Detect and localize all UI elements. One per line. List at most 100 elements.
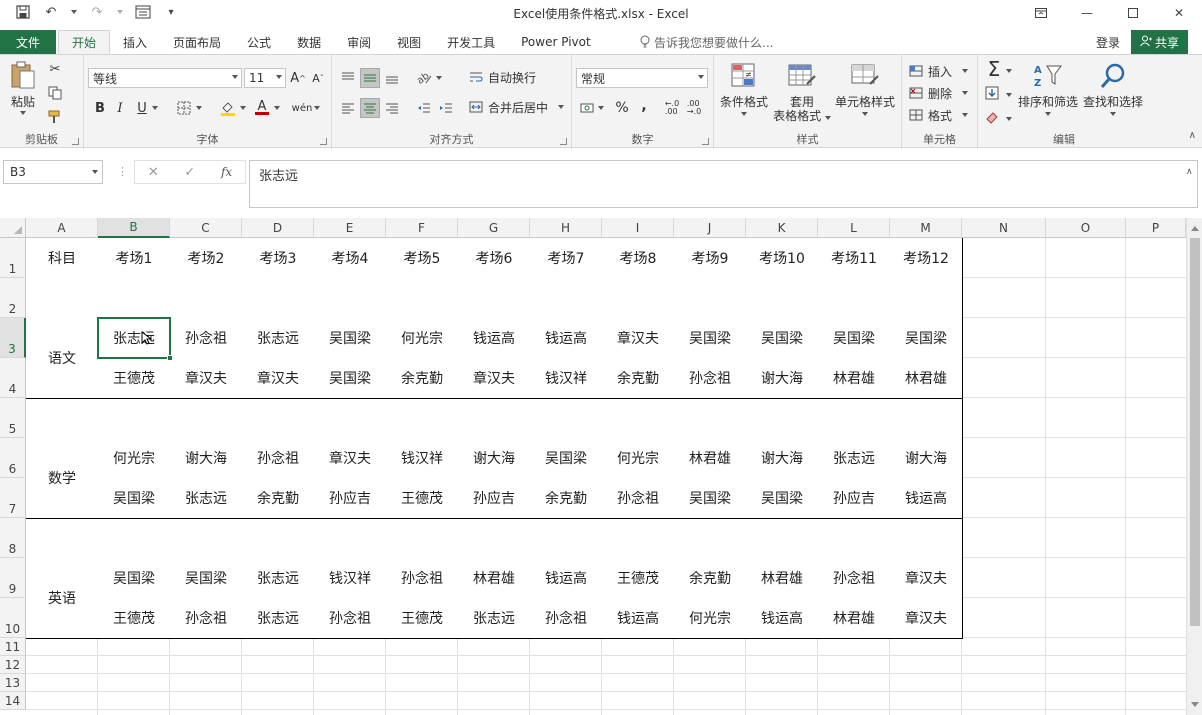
table-cell[interactable]: 孙念祖	[602, 478, 675, 519]
number-format-combo[interactable]: 常规	[576, 68, 708, 88]
tab-review[interactable]: 审阅	[334, 30, 384, 54]
subject-cell[interactable]: 语文	[26, 318, 99, 399]
orientation-icon[interactable]: ab	[414, 68, 434, 88]
increase-indent-icon[interactable]	[436, 98, 456, 118]
empty-cell[interactable]	[674, 518, 747, 559]
empty-cell[interactable]	[170, 398, 243, 439]
header-cell[interactable]: 考场12	[890, 238, 963, 279]
empty-cell[interactable]	[386, 398, 459, 439]
cell-styles-button[interactable]: 单元格样式	[832, 61, 898, 116]
undo-dropdown-icon[interactable]	[70, 3, 78, 21]
row-header-12[interactable]: 12	[0, 656, 26, 674]
empty-cell[interactable]	[890, 518, 963, 559]
row-header-7[interactable]: 7	[0, 478, 26, 518]
row-header-1[interactable]: 1	[0, 238, 26, 278]
empty-cell[interactable]	[746, 278, 819, 319]
table-cell[interactable]: 林君雄	[818, 358, 891, 399]
table-cell[interactable]: 林君雄	[818, 598, 891, 639]
sign-in-link[interactable]: 登录	[1096, 34, 1120, 51]
empty-cell[interactable]	[458, 518, 531, 559]
tab-developer[interactable]: 开发工具	[434, 30, 508, 54]
phonetic-dropdown-icon[interactable]	[312, 98, 322, 118]
table-cell[interactable]: 王德茂	[98, 598, 171, 639]
table-cell[interactable]: 余克勤	[386, 358, 459, 399]
tab-view[interactable]: 视图	[384, 30, 434, 54]
fill-dropdown-icon[interactable]	[1004, 85, 1014, 105]
table-cell[interactable]: 孙念祖	[314, 598, 387, 639]
column-header-a[interactable]: A	[26, 218, 98, 238]
accounting-dropdown-icon[interactable]	[596, 98, 606, 118]
empty-cell[interactable]	[674, 278, 747, 319]
table-cell[interactable]: 钱运高	[530, 318, 603, 359]
decrease-decimal-icon[interactable]: .00 →.0	[684, 98, 704, 118]
table-cell[interactable]: 谢大海	[458, 438, 531, 479]
font-color-icon[interactable]: A	[252, 98, 272, 118]
autosum-icon[interactable]: Σ	[982, 57, 1006, 81]
table-cell[interactable]: 吴国梁	[530, 438, 603, 479]
table-cell[interactable]: 孙念祖	[818, 558, 891, 599]
empty-cell[interactable]	[26, 398, 99, 439]
row-header-2[interactable]: 2	[0, 278, 26, 318]
empty-cell[interactable]	[818, 518, 891, 559]
empty-cell[interactable]	[242, 278, 315, 319]
table-cell[interactable]: 吴国梁	[314, 318, 387, 359]
table-cell[interactable]: 吴国梁	[314, 358, 387, 399]
header-cell[interactable]: 科目	[26, 238, 99, 279]
ribbon-display-options-icon[interactable]	[1018, 0, 1064, 26]
header-cell[interactable]: 考场8	[602, 238, 675, 279]
borders-icon[interactable]	[174, 98, 194, 118]
row-header-13[interactable]: 13	[0, 674, 26, 692]
form-icon[interactable]	[134, 3, 152, 21]
font-name-combo[interactable]: 等线	[88, 68, 242, 88]
font-dialog-launcher-icon[interactable]	[320, 138, 327, 145]
clipboard-dialog-launcher-icon[interactable]	[72, 138, 79, 145]
empty-cell[interactable]	[170, 518, 243, 559]
empty-cell[interactable]	[314, 398, 387, 439]
empty-cell[interactable]	[314, 518, 387, 559]
table-cell[interactable]: 张志远	[242, 598, 315, 639]
table-cell[interactable]: 吴国梁	[890, 318, 963, 359]
empty-cell[interactable]	[242, 398, 315, 439]
table-cell[interactable]: 吴国梁	[98, 558, 171, 599]
header-cell[interactable]: 考场1	[98, 238, 171, 279]
column-header-i[interactable]: I	[602, 218, 674, 238]
collapse-ribbon-icon[interactable]: ∧	[1189, 130, 1196, 141]
table-cell[interactable]: 余克勤	[602, 358, 675, 399]
empty-cell[interactable]	[242, 518, 315, 559]
confirm-entry-icon[interactable]: ✓	[184, 165, 195, 180]
empty-cell[interactable]	[746, 398, 819, 439]
table-cell[interactable]: 孙念祖	[386, 558, 459, 599]
bold-icon[interactable]: B	[90, 98, 110, 118]
table-cell[interactable]: 钱汉祥	[530, 358, 603, 399]
header-cell[interactable]: 考场9	[674, 238, 747, 279]
table-cell[interactable]: 钱运高	[890, 478, 963, 519]
row-header-14[interactable]: 14	[0, 692, 26, 710]
empty-cell[interactable]	[530, 398, 603, 439]
table-cell[interactable]: 孙念祖	[170, 598, 243, 639]
table-cell[interactable]: 王德茂	[386, 598, 459, 639]
paste-button[interactable]: 粘贴	[6, 61, 40, 115]
empty-cell[interactable]	[674, 398, 747, 439]
table-cell[interactable]: 林君雄	[746, 558, 819, 599]
table-cell[interactable]: 吴国梁	[674, 478, 747, 519]
empty-cell[interactable]	[458, 398, 531, 439]
table-cell[interactable]: 孙应吉	[458, 478, 531, 519]
table-cell[interactable]: 章汉夫	[458, 358, 531, 399]
row-header-8[interactable]: 8	[0, 518, 26, 558]
tab-data[interactable]: 数据	[284, 30, 334, 54]
scroll-thumb[interactable]	[1190, 238, 1200, 626]
subject-cell[interactable]: 数学	[26, 438, 99, 519]
header-cell[interactable]: 考场4	[314, 238, 387, 279]
fill-color-dropdown-icon[interactable]	[238, 98, 248, 118]
table-cell[interactable]: 张志远	[98, 318, 171, 359]
accounting-format-icon[interactable]	[578, 98, 598, 118]
table-cell[interactable]: 何光宗	[386, 318, 459, 359]
table-cell[interactable]: 章汉夫	[602, 318, 675, 359]
clear-dropdown-icon[interactable]	[1004, 109, 1014, 129]
insert-cells-button[interactable]: 插入	[908, 61, 969, 81]
tab-formulas[interactable]: 公式	[234, 30, 284, 54]
table-cell[interactable]: 余克勤	[530, 478, 603, 519]
copy-icon[interactable]	[45, 83, 65, 103]
header-cell[interactable]: 考场11	[818, 238, 891, 279]
empty-cell[interactable]	[602, 518, 675, 559]
